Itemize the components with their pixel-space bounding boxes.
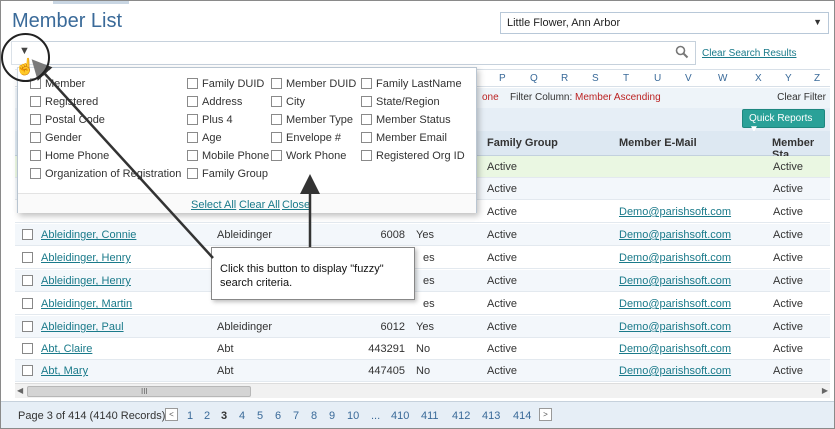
application-window: { "page": { "title": "Member List" }, "p… — [0, 0, 835, 429]
fuzzy-search-toggle-icon[interactable]: ▼ — [19, 45, 30, 57]
arrow-to-toggle — [31, 59, 214, 259]
hand-cursor-icon: ☝ — [15, 59, 35, 76]
callout-arrows — [31, 59, 320, 259]
